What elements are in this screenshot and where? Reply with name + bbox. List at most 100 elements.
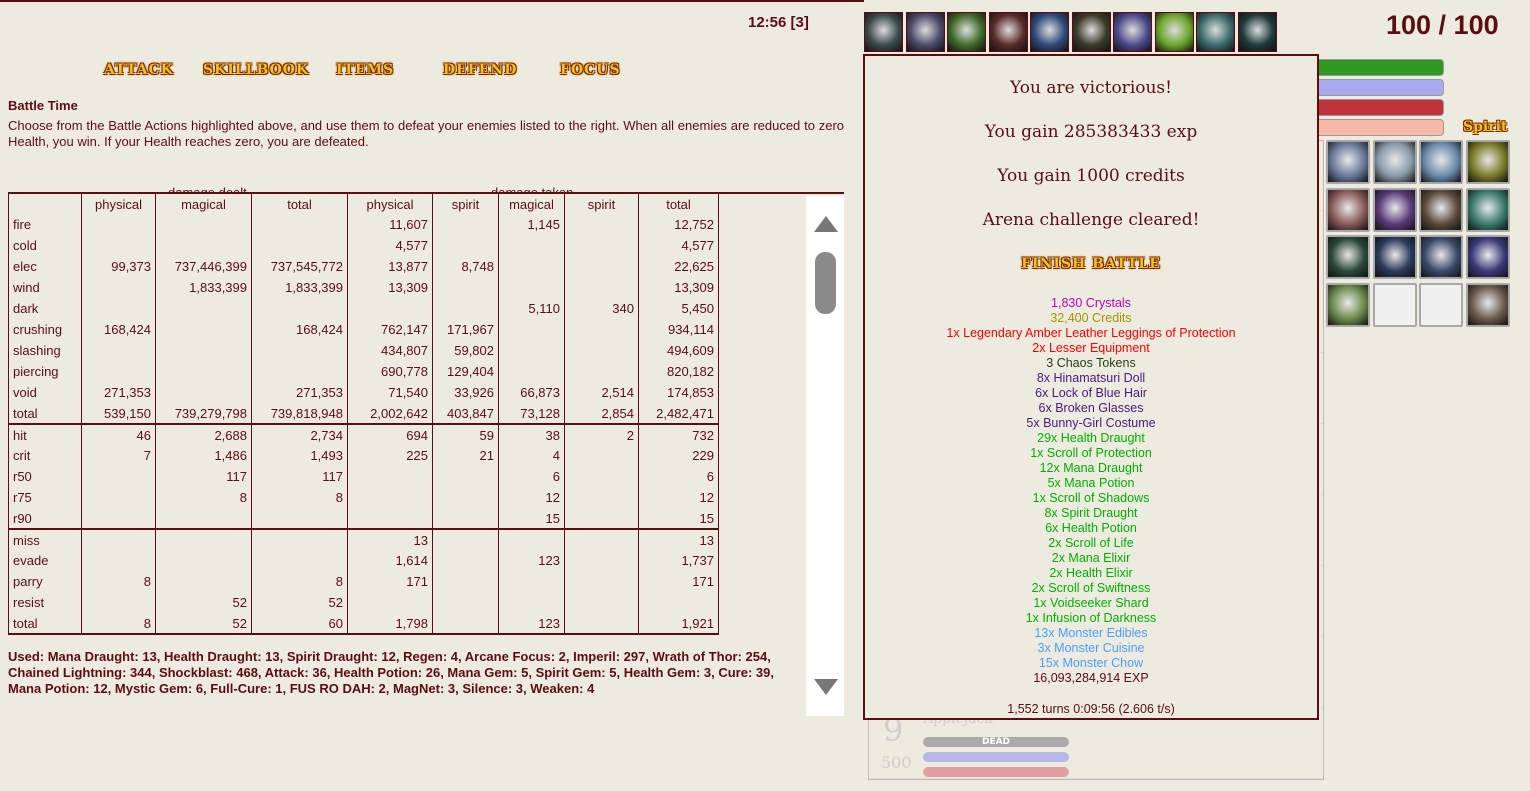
used-abilities-summary: Used: Mana Draught: 13, Health Draught: … [8, 649, 774, 696]
stats-cell: 15 [498, 508, 565, 529]
stats-cell [432, 571, 499, 592]
stats-row: hit 46 2,688 2,734 694 59 38 2 732 [8, 423, 719, 445]
stats-cell [155, 528, 252, 550]
effect-icon[interactable] [905, 12, 945, 52]
stats-cell [638, 592, 719, 613]
arena-cleared-message: Arena challenge cleared! [982, 210, 1200, 230]
stats-cell: 123 [498, 550, 565, 571]
stats-cell [432, 466, 499, 487]
stats-cell: 1,833,399 [251, 277, 348, 298]
effect-icon[interactable] [864, 12, 903, 52]
loot-item: 8x Hinamatsuri Doll [1036, 371, 1146, 385]
stats-cell: 1,798 [347, 613, 433, 635]
battle-stats-table: physical magical total physical spirit magica… [8, 194, 719, 635]
credits-gain-message: You gain 1000 credits [997, 166, 1185, 186]
effect-icon[interactable] [1237, 12, 1277, 52]
loot-item: 12x Mana Draught [1039, 461, 1143, 475]
stats-cell: 434,807 [347, 340, 433, 361]
loot-item: 8x Spirit Draught [1044, 506, 1138, 520]
skill-icon[interactable] [1465, 187, 1510, 232]
skill-icon[interactable] [1372, 140, 1417, 184]
items-button[interactable]: Items [336, 62, 394, 84]
stats-cell [81, 235, 156, 256]
stats-cell [432, 277, 499, 298]
skill-icon[interactable] [1419, 140, 1463, 184]
stats-cell [564, 487, 639, 508]
stats-cell: 2,734 [251, 423, 348, 445]
stats-cell: 225 [347, 445, 433, 466]
loot-item: 5x Bunny-Girl Costume [1026, 416, 1156, 430]
effect-icon[interactable] [1196, 12, 1235, 52]
effect-icon[interactable] [1071, 12, 1111, 52]
skill-icon[interactable] [1419, 187, 1463, 232]
stats-row: r50 117 117 6 6 [8, 466, 719, 487]
stats-row-label: r50 [8, 466, 82, 487]
stats-cell: 13 [638, 528, 719, 550]
stats-scrollbar[interactable] [806, 196, 844, 716]
stats-row-label: elec [8, 256, 82, 277]
effect-icon[interactable] [988, 12, 1028, 52]
stats-cell [155, 319, 252, 340]
skillbook-button[interactable]: Skillbook [203, 62, 309, 84]
scroll-down-arrow-icon[interactable] [814, 679, 838, 695]
attack-button[interactable]: Attack [104, 62, 174, 84]
stats-cell: 1,833,399 [155, 277, 252, 298]
empty-skill-slot[interactable] [1372, 282, 1417, 327]
effect-icon[interactable] [1113, 12, 1152, 52]
skill-icon[interactable] [1465, 282, 1510, 327]
victory-message: You are victorious! [1010, 78, 1172, 98]
stats-row-label: total [8, 613, 82, 635]
skill-icon[interactable] [1326, 187, 1370, 232]
stats-cell: 8,748 [432, 256, 499, 277]
scroll-up-arrow-icon[interactable] [814, 216, 838, 232]
battle-clock: 12:56 [3] [748, 14, 809, 31]
stats-cell: 38 [498, 423, 565, 445]
stats-cell [498, 277, 565, 298]
empty-skill-slot[interactable] [1419, 282, 1463, 327]
loot-item: 1x Infusion of Darkness [1025, 611, 1157, 625]
stats-cell [498, 256, 565, 277]
scroll-thumb[interactable] [815, 252, 836, 314]
skill-icon[interactable] [1326, 140, 1370, 184]
skill-icon[interactable] [1419, 235, 1463, 279]
stats-row: total 8 52 60 1,798 123 1,921 [8, 613, 719, 635]
stats-cell [498, 592, 565, 613]
stats-cell: 739,279,798 [155, 403, 252, 424]
stats-cell [155, 361, 252, 382]
stats-cell: 66,873 [498, 382, 565, 403]
loot-item: 32,400 Credits [1050, 311, 1132, 325]
stats-cell [251, 361, 348, 382]
effect-icon[interactable] [1030, 12, 1069, 52]
stats-cell [155, 298, 252, 319]
stats-row: parry 8 8 171 171 [8, 571, 719, 592]
stats-cell [251, 550, 348, 571]
skill-icon[interactable] [1326, 282, 1370, 327]
effect-icon[interactable] [947, 12, 986, 52]
stats-row: cold 4,577 4,577 [8, 235, 719, 256]
stats-cell: 59,802 [432, 340, 499, 361]
stats-row-label: piercing [8, 361, 82, 382]
skill-icon[interactable] [1326, 235, 1370, 279]
defend-button[interactable]: Defend [443, 62, 517, 84]
stats-row: crit 7 1,486 1,493 225 21 4 229 [8, 445, 719, 466]
effect-icon[interactable] [1154, 12, 1194, 52]
stats-row: crushing 168,424 168,424 762,147 171,967 934,… [8, 319, 719, 340]
skill-icon[interactable] [1372, 187, 1417, 232]
spirit-toggle[interactable]: Spirit [1463, 119, 1507, 135]
finish-battle-button[interactable]: Finish Battle [865, 256, 1317, 272]
loot-item: 1x Scroll of Shadows [1032, 491, 1150, 505]
skill-icon[interactable] [1372, 235, 1417, 279]
stats-cell [347, 508, 433, 529]
stats-row-label: r75 [8, 487, 82, 508]
loot-item: 6x Lock of Blue Hair [1035, 386, 1147, 400]
focus-button[interactable]: Focus [560, 62, 621, 84]
stats-row-label: fire [8, 214, 82, 235]
stats-cell: 2,688 [155, 423, 252, 445]
loot-list: 1,830 Crystals 32,400 Credits 1x Legendary… [865, 296, 1317, 686]
stats-cell [251, 298, 348, 319]
stats-cell [155, 382, 252, 403]
skill-icon[interactable] [1465, 235, 1510, 279]
loot-item: 16,093,284,914 EXP [1033, 671, 1149, 685]
skill-icon[interactable] [1465, 140, 1510, 184]
stats-cell: 1,737 [638, 550, 719, 571]
